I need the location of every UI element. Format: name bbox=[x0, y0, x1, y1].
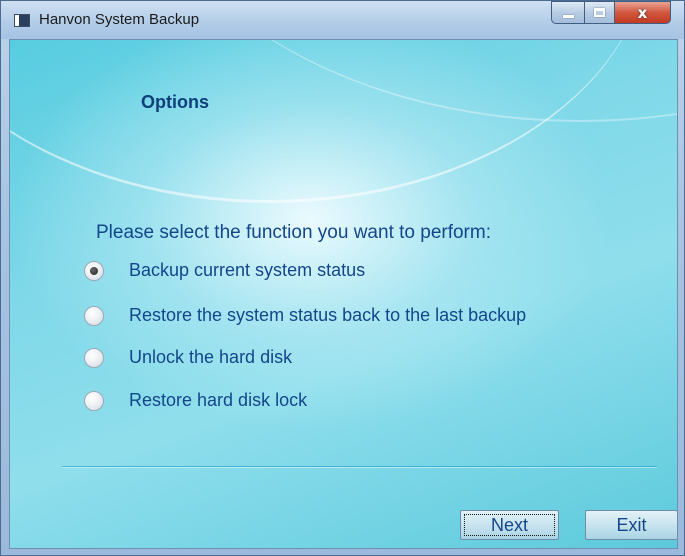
decorative-swoosh bbox=[130, 40, 677, 122]
radio-button[interactable] bbox=[84, 391, 104, 411]
app-window: Hanvon System Backup x Options Please se… bbox=[0, 0, 685, 556]
radio-label[interactable]: Backup current system status bbox=[129, 260, 365, 281]
app-icon bbox=[14, 14, 30, 27]
content-panel: Options Please select the function you w… bbox=[9, 39, 678, 549]
maximize-button[interactable] bbox=[584, 1, 614, 24]
close-icon: x bbox=[637, 4, 648, 22]
next-button-label: Next bbox=[490, 515, 528, 535]
next-button[interactable]: Next bbox=[460, 510, 559, 540]
radio-button[interactable] bbox=[84, 261, 104, 281]
radio-button[interactable] bbox=[84, 306, 104, 326]
radio-label[interactable]: Unlock the hard disk bbox=[129, 347, 292, 368]
minimize-button[interactable] bbox=[551, 1, 584, 24]
maximize-icon bbox=[594, 8, 605, 17]
exit-button[interactable]: Exit bbox=[585, 510, 677, 540]
minimize-icon bbox=[563, 15, 574, 18]
page-title: Options bbox=[141, 92, 209, 112]
decorative-swoosh bbox=[10, 40, 650, 203]
radio-label[interactable]: Restore the system status back to the la… bbox=[129, 305, 526, 326]
instruction-text: Please select the function you want to p… bbox=[96, 222, 491, 243]
window-title: Hanvon System Backup bbox=[39, 11, 200, 28]
divider bbox=[62, 466, 657, 467]
close-button[interactable]: x bbox=[614, 1, 671, 24]
radio-button[interactable] bbox=[84, 348, 104, 368]
title-bar[interactable]: Hanvon System Backup x bbox=[1, 1, 684, 39]
radio-label[interactable]: Restore hard disk lock bbox=[129, 390, 307, 411]
exit-button-label: Exit bbox=[616, 515, 647, 535]
